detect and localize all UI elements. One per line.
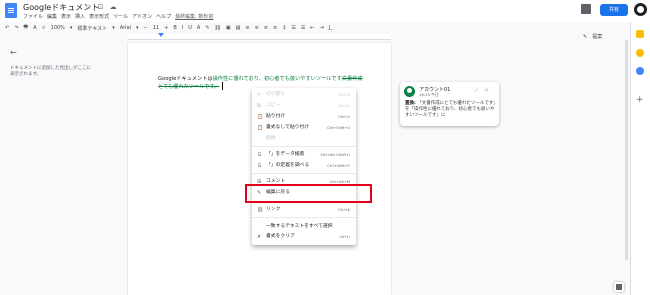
- toolbar-item[interactable]: ≡: [273, 25, 277, 31]
- plain-text: Googleドキュメントは: [158, 76, 213, 82]
- toolbar-item[interactable]: U: [188, 25, 192, 31]
- toolbar-item[interactable]: 標準テキスト: [77, 25, 107, 32]
- toolbar-item[interactable]: A: [33, 25, 36, 31]
- toolbar-item[interactable]: A: [197, 25, 200, 31]
- toolbar-item[interactable]: ☰: [301, 25, 305, 31]
- copy-icon: ⧉: [257, 103, 261, 109]
- toolbar-item[interactable]: B: [173, 25, 176, 31]
- menu-item-define[interactable]: Ｇ 「」の定義を調べる Ctrl+Shift+Y: [252, 162, 356, 170]
- document-line-2[interactable]: とても優れたツールです。: [158, 84, 219, 90]
- toolbar-item[interactable]: −: [144, 25, 148, 31]
- menu-item-delete[interactable]: 削除: [252, 135, 356, 143]
- outline-close-arrow-icon[interactable]: ←: [10, 48, 17, 57]
- document-line-1[interactable]: Googleドキュメントは操作性に優れており、初心者でも扱いやすいツールです文書…: [158, 76, 363, 82]
- toolbar-item[interactable]: ▣: [226, 25, 231, 31]
- menu-item-copy[interactable]: ⧉ コピー Ctrl+C: [252, 102, 356, 110]
- account-avatar[interactable]: [634, 3, 647, 16]
- red-highlight-annotation: [245, 184, 372, 203]
- menu-divider: [252, 173, 356, 174]
- suggestion-type: 置換:: [405, 101, 416, 106]
- text-cursor: [222, 82, 223, 90]
- toolbar-item[interactable]: ✎: [205, 25, 209, 31]
- toolbar-item[interactable]: ≡: [245, 25, 249, 31]
- menu-item-link[interactable]: ⛓ リンク Ctrl+K: [252, 206, 356, 214]
- accept-check-icon[interactable]: ✓: [474, 87, 479, 94]
- toolbar-item[interactable]: ▾: [112, 25, 115, 31]
- comment-avatar: [404, 86, 415, 97]
- toolbar-item[interactable]: ↶: [5, 25, 9, 31]
- toolbar-item[interactable]: ⛓: [215, 25, 221, 31]
- menu-help[interactable]: ヘルプ: [156, 13, 171, 20]
- suggest-mode-icon: ✎: [583, 34, 588, 40]
- editing-mode-label: 提案: [592, 34, 603, 40]
- google-g-icon: Ｇ: [257, 152, 263, 158]
- clipboard-icon: 📋: [257, 114, 264, 120]
- suggestion-body: 「文書作成にとても優れたツールです」を「操作性に優れており、初心者でも扱いやすい…: [405, 101, 496, 118]
- suggested-insertion: 操作性に優れており、初心者でも扱いやすいツールです: [212, 76, 342, 82]
- menu-addons[interactable]: アドオン: [132, 13, 152, 20]
- editing-mode-select[interactable]: ✎ 提案: [583, 23, 613, 40]
- menu-item-clear-formatting[interactable]: ✗ 書式をクリア Ctrl+\: [252, 233, 356, 241]
- menubar: ファイル 編集 表示 挿入 表示形式 ツール アドオン ヘルプ 最終編集: 数秒…: [23, 13, 213, 20]
- toolbar-item[interactable]: ↷: [14, 25, 18, 31]
- outline-placeholder: ドキュメントに追加した見出しがここに表示されます。: [10, 66, 91, 77]
- menu-tools[interactable]: ツール: [113, 13, 128, 20]
- menu-edit[interactable]: 編集: [47, 13, 57, 20]
- explore-icon[interactable]: [614, 282, 624, 292]
- ruler[interactable]: [128, 34, 391, 40]
- add-addon-icon[interactable]: +: [636, 95, 644, 105]
- vertical-scrollbar[interactable]: [625, 40, 628, 260]
- toolbar-item[interactable]: ≡: [264, 25, 268, 31]
- menu-file[interactable]: ファイル: [23, 13, 43, 20]
- menu-item-paste-plain[interactable]: 📋 書式なしで貼り付け Ctrl+Shift+V: [252, 124, 356, 132]
- google-g-icon: Ｇ: [257, 163, 263, 169]
- toolbar-item[interactable]: ▾: [136, 25, 139, 31]
- toolbar-item[interactable]: +: [164, 25, 168, 31]
- tasks-icon[interactable]: [636, 67, 644, 75]
- last-edit-link[interactable]: 最終編集: 数秒前: [175, 13, 213, 20]
- toolbar-item[interactable]: ⟐: [42, 25, 46, 31]
- toolbar-item[interactable]: ▾: [70, 25, 73, 31]
- share-button[interactable]: 共有: [600, 4, 628, 16]
- menu-divider: [252, 217, 356, 218]
- toolbar-item[interactable]: ≡: [255, 25, 259, 31]
- menu-format[interactable]: 表示形式: [89, 13, 109, 20]
- star-move-cloud-icons[interactable]: ☆ ⊡ ☁: [85, 3, 119, 11]
- scissors-icon: ✂: [257, 92, 262, 98]
- keep-icon[interactable]: [636, 49, 644, 57]
- comment-time: 16:15 今日: [419, 92, 439, 97]
- toolbar-item[interactable]: ▨: [236, 25, 241, 31]
- menu-insert[interactable]: 挿入: [75, 13, 85, 20]
- reject-x-icon[interactable]: ✕: [484, 87, 489, 94]
- calendar-icon[interactable]: [636, 30, 644, 38]
- link-icon: ⛓: [257, 207, 264, 213]
- toolbar-item[interactable]: I͟: [329, 25, 330, 31]
- toolbar-item[interactable]: ☰: [291, 25, 295, 31]
- clear-format-icon: ✗: [257, 234, 262, 240]
- toolbar-item[interactable]: ⇤: [310, 25, 314, 31]
- toolbar-item[interactable]: 100%: [51, 25, 65, 31]
- menu-item-select-matching[interactable]: 一致するテキストをすべて選択: [252, 223, 356, 231]
- menu-divider: [252, 146, 356, 147]
- indent-marker-icon[interactable]: [158, 33, 164, 37]
- side-panel: [630, 22, 650, 295]
- menu-item-cut[interactable]: ✂ 切り取り Ctrl+X: [252, 91, 356, 99]
- suggestion-text: 置換: 「文書作成にとても優れたツールです」を「操作性に優れており、初心者でも扱…: [405, 101, 497, 119]
- toolbar: ↶ ↷ 🖶 A ⟐ 100% ▾ 標準テキスト ▾ Arial ▾ −11 + B I U A ✎ ⛓ ▣ ▨ ≡ ≡ ≡ ≡ ↕…: [5, 23, 605, 33]
- menu-item-paste[interactable]: 📋 貼り付け Ctrl+V: [252, 113, 356, 121]
- suggested-deletion: 文書作成: [341, 76, 363, 82]
- toolbar-item[interactable]: ↕: [282, 25, 286, 31]
- clipboard-plain-icon: 📋: [257, 125, 264, 131]
- toolbar-item[interactable]: Arial: [120, 25, 131, 31]
- comment-history-icon[interactable]: [581, 4, 591, 14]
- menu-item-search-data[interactable]: Ｇ 「」をデータ検索 Ctrl+Alt+Shift+I: [252, 151, 356, 159]
- docs-logo-icon[interactable]: [5, 3, 17, 18]
- toolbar-item[interactable]: 11: [153, 25, 159, 31]
- toolbar-item[interactable]: I: [182, 25, 183, 31]
- toolbar-item[interactable]: 🖶: [23, 24, 28, 32]
- menu-view[interactable]: 表示: [61, 13, 71, 20]
- toolbar-item[interactable]: ⇥: [320, 25, 324, 31]
